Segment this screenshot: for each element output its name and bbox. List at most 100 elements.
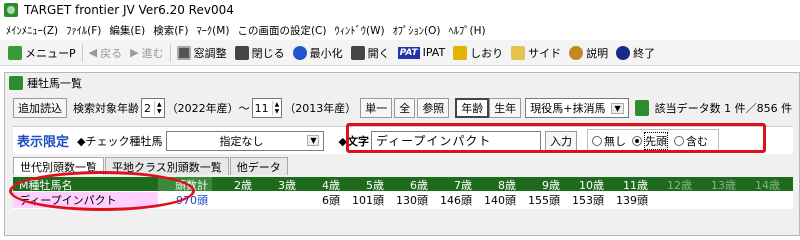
col-age-9[interactable]: 9歳 bbox=[520, 177, 564, 192]
col-age-13[interactable]: 13歳 bbox=[696, 177, 740, 192]
open-icon bbox=[350, 45, 365, 60]
col-age-4[interactable]: 4歳 bbox=[300, 177, 344, 192]
close-button[interactable]: 閉じる bbox=[231, 42, 289, 64]
minimize-icon bbox=[292, 45, 307, 60]
cell-age-8[interactable]: 140頭 bbox=[476, 192, 520, 208]
cell-age-5[interactable]: 101頭 bbox=[344, 192, 388, 208]
forward-arrow-icon: ▶ bbox=[130, 46, 139, 59]
window-adjust-label: 窓調整 bbox=[193, 46, 227, 60]
cell-age-9[interactable]: 155頭 bbox=[520, 192, 564, 208]
display-limit-label: 表示限定 bbox=[17, 135, 70, 150]
close-window-icon bbox=[234, 45, 249, 60]
bookmark-icon bbox=[453, 45, 468, 60]
tab-strip: 世代別頭数一覧 平地クラス別頭数一覧 他データ bbox=[13, 157, 289, 175]
menu-help[interactable]: ﾍﾙﾌﾟ(H) bbox=[447, 23, 492, 38]
side-icon bbox=[511, 45, 526, 60]
chevron-down-icon[interactable]: ▼ bbox=[307, 135, 320, 146]
help-icon bbox=[569, 45, 584, 60]
menu-p-label: メニューP bbox=[25, 46, 76, 60]
title-bar: TARGET frontier JV Ver6.20 Rev004 bbox=[0, 0, 800, 20]
exit-button[interactable]: 終了 bbox=[612, 42, 659, 64]
check-sire-select[interactable]: 指定なし ▼ bbox=[166, 130, 325, 151]
toolbar-separator bbox=[169, 43, 171, 62]
col-age-12[interactable]: 12歳 bbox=[652, 177, 696, 192]
horse-filter-select[interactable]: 現役馬+抹消馬 ▼ bbox=[525, 98, 629, 118]
col-age-7[interactable]: 7歳 bbox=[432, 177, 476, 192]
year-to-label: （2013年産） bbox=[284, 102, 357, 115]
sire-list-window: 種牡馬一覧 追加読込 検索対象年齢 2 ▲ ▼ （2022年産）～ 11 ▲ ▼ （… bbox=[4, 72, 800, 236]
tab-other-data[interactable]: 他データ bbox=[229, 157, 288, 175]
menu-edit[interactable]: 編集(E) bbox=[107, 23, 151, 38]
col-age-8[interactable]: 8歳 bbox=[476, 177, 520, 192]
menu-file[interactable]: ﾌｧｲﾙ(F) bbox=[64, 23, 107, 38]
bookmark-button[interactable]: しおり bbox=[449, 42, 507, 64]
minimize-button[interactable]: 最小化 bbox=[289, 42, 347, 64]
side-button[interactable]: サイド bbox=[507, 42, 565, 64]
add-read-button[interactable]: 追加読込 bbox=[13, 98, 67, 118]
highlight-ellipse bbox=[9, 171, 195, 211]
col-age-14[interactable]: 14歳 bbox=[740, 177, 784, 192]
forward-label: 進む bbox=[141, 46, 164, 60]
age-range-label: 検索対象年齢 bbox=[73, 102, 139, 115]
forward-button[interactable]: ▶ 進む bbox=[126, 42, 167, 64]
exit-moon-icon bbox=[616, 45, 631, 60]
age-toggle-button[interactable]: 年齢 bbox=[455, 98, 490, 118]
all-button[interactable]: 全 bbox=[394, 98, 416, 118]
toolbar: メニューP ◀ 戻る ▶ 進む 窓調整 閉じる 最小化 開く PAT IPAT … bbox=[0, 40, 800, 66]
data-count: 該当データ数 1 件／856 件 bbox=[654, 102, 793, 115]
menu-screen-settings[interactable]: この画面の設定(C) bbox=[235, 23, 332, 38]
col-age-10[interactable]: 10歳 bbox=[564, 177, 608, 192]
window-adjust-icon bbox=[176, 45, 191, 60]
birth-year-toggle-button[interactable]: 生年 bbox=[489, 98, 522, 118]
age-from-stepper[interactable]: 2 ▲ ▼ bbox=[141, 98, 165, 118]
spin-arrows-icon[interactable]: ▲ ▼ bbox=[271, 101, 279, 115]
sire-list-titlebar: 種牡馬一覧 bbox=[5, 73, 799, 93]
col-age-2[interactable]: 2歳 bbox=[212, 177, 256, 192]
window-title: TARGET frontier JV Ver6.20 Rev004 bbox=[24, 3, 234, 17]
cell-age-7[interactable]: 146頭 bbox=[432, 192, 476, 208]
check-sire-label: ◆チェック種牡馬 bbox=[77, 134, 163, 148]
menu-mark[interactable]: ﾏｰｸ(M) bbox=[194, 23, 235, 38]
col-age-5[interactable]: 5歳 bbox=[344, 177, 388, 192]
year-from-label: （2022年産）～ bbox=[166, 102, 250, 115]
age-to-stepper[interactable]: 11 ▲ ▼ bbox=[251, 98, 283, 118]
cell-age-10[interactable]: 153頭 bbox=[564, 192, 608, 208]
menu-main[interactable]: ﾒｲﾝﾒﾆｭｰ(Z) bbox=[4, 23, 64, 38]
ipat-icon: PAT bbox=[397, 46, 420, 59]
cell-age-4[interactable]: 6頭 bbox=[300, 192, 344, 208]
sire-list-title: 種牡馬一覧 bbox=[27, 77, 82, 90]
single-button[interactable]: 単一 bbox=[360, 98, 393, 118]
open-label: 開く bbox=[367, 46, 390, 60]
highlight-box bbox=[346, 123, 766, 153]
help-button[interactable]: 説明 bbox=[565, 42, 612, 64]
col-age-11[interactable]: 11歳 bbox=[608, 177, 652, 192]
menu-window[interactable]: ｳｨﾝﾄﾞｳ(W) bbox=[332, 23, 390, 38]
age-to-value: 11 bbox=[254, 101, 269, 115]
menu-bar: ﾒｲﾝﾒﾆｭｰ(Z) ﾌｧｲﾙ(F) 編集(E) 検索(F) ﾏｰｸ(M) この… bbox=[0, 20, 800, 40]
exit-label: 終了 bbox=[633, 46, 656, 60]
back-arrow-icon: ◀ bbox=[88, 46, 98, 59]
sire-list-icon bbox=[9, 76, 23, 90]
toolbar-separator bbox=[81, 43, 83, 62]
help-label: 説明 bbox=[586, 46, 609, 60]
col-age-6[interactable]: 6歳 bbox=[388, 177, 432, 192]
back-button[interactable]: ◀ 戻る bbox=[85, 42, 126, 64]
menu-p-button[interactable]: メニューP bbox=[4, 42, 80, 64]
ipat-button[interactable]: PAT IPAT bbox=[394, 42, 450, 64]
open-button[interactable]: 開く bbox=[347, 42, 394, 64]
chevron-down-icon[interactable]: ▼ bbox=[611, 102, 624, 114]
display-filter-row: 表示限定 ◆チェック種牡馬 指定なし ▼ ◆文字 ディープインパクト 入力 無し… bbox=[13, 123, 793, 154]
reference-button[interactable]: 参照 bbox=[417, 98, 450, 118]
check-sire-value: 指定なし bbox=[219, 134, 264, 148]
menu-options[interactable]: ｵﾌﾟｼｮﾝ(O) bbox=[391, 23, 447, 38]
cell-age-6[interactable]: 130頭 bbox=[388, 192, 432, 208]
menu-icon bbox=[8, 45, 22, 60]
window-adjust-button[interactable]: 窓調整 bbox=[173, 42, 231, 64]
search-controls-row: 追加読込 検索対象年齢 2 ▲ ▼ （2022年産）～ 11 ▲ ▼ （2013年産… bbox=[13, 98, 792, 118]
col-age-3[interactable]: 3歳 bbox=[256, 177, 300, 192]
menu-search[interactable]: 検索(F) bbox=[151, 23, 194, 38]
close-label: 閉じる bbox=[251, 46, 285, 60]
horse-person-icon[interactable] bbox=[634, 100, 649, 116]
spin-arrows-icon[interactable]: ▲ ▼ bbox=[154, 101, 162, 115]
cell-age-11[interactable]: 139頭 bbox=[608, 192, 652, 208]
